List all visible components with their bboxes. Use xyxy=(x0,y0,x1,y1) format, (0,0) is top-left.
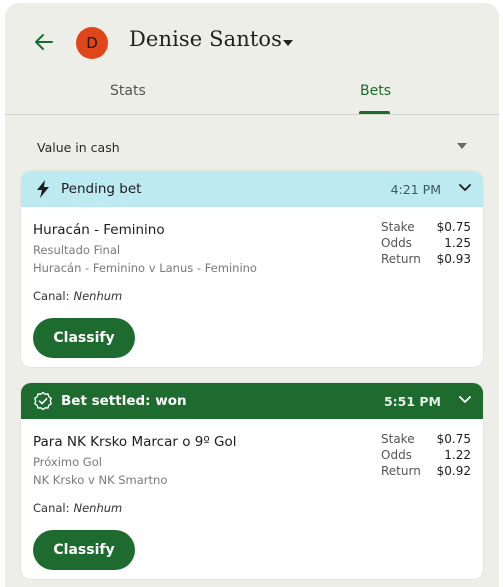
classify-button[interactable]: Classify xyxy=(33,318,135,358)
stake-value: $0.75 xyxy=(436,432,471,446)
stake-label: Stake xyxy=(381,220,415,234)
tab-bets[interactable]: Bets xyxy=(360,83,391,99)
avatar[interactable]: D xyxy=(76,27,108,59)
return-label: Return xyxy=(381,464,421,478)
return-label: Return xyxy=(381,252,421,266)
bet-status: Bet settled: won xyxy=(61,393,187,409)
arrow-left-icon[interactable] xyxy=(31,29,57,55)
return-value: $0.92 xyxy=(436,464,471,478)
value-display-select[interactable]: Value in cash xyxy=(21,131,483,161)
bet-time: 5:51 PM xyxy=(383,394,441,409)
stake-value: $0.75 xyxy=(436,220,471,234)
bet-stats: Stake $0.75 Odds 1.22 Return $0.92 xyxy=(381,432,471,480)
bet-stats: Stake $0.75 Odds 1.25 Return $0.93 xyxy=(381,220,471,268)
check-badge-icon xyxy=(34,391,52,411)
canal: Canal: Nenhum xyxy=(33,289,122,303)
bet-card-header[interactable]: Pending bet 4:21 PM xyxy=(21,171,483,207)
bet-event: NK Krsko v NK Smartno xyxy=(33,473,168,487)
odds-label: Odds xyxy=(381,236,412,250)
chevron-down-icon[interactable] xyxy=(459,396,471,404)
caret-down-icon xyxy=(457,143,467,149)
return-value: $0.93 xyxy=(436,252,471,266)
bet-selection: Resultado Final xyxy=(33,243,121,257)
classify-button[interactable]: Classify xyxy=(33,530,135,570)
bet-time: 4:21 PM xyxy=(390,182,441,197)
bet-status: Pending bet xyxy=(61,181,142,197)
active-tab-indicator xyxy=(359,111,390,114)
canal-label: Canal: xyxy=(33,501,70,515)
chevron-down-icon[interactable] xyxy=(459,184,471,192)
odds-value: 1.22 xyxy=(444,448,471,462)
bet-market: Para NK Krsko Marcar o 9º Gol xyxy=(33,434,237,450)
user-name[interactable]: Denise Santos xyxy=(129,27,282,51)
canal: Canal: Nenhum xyxy=(33,501,122,515)
odds-label: Odds xyxy=(381,448,412,462)
header: D Denise Santos xyxy=(5,3,499,73)
bet-market: Huracán - Feminino xyxy=(33,222,165,238)
bet-selection: Próximo Gol xyxy=(33,455,102,469)
tab-stats[interactable]: Stats xyxy=(110,83,146,99)
canal-value: Nenhum xyxy=(73,289,123,303)
bet-event: Huracán - Feminino v Lanus - Feminino xyxy=(33,261,257,275)
tab-bar: Stats Bets xyxy=(5,73,499,115)
lightning-icon xyxy=(37,180,49,198)
canal-label: Canal: xyxy=(33,289,70,303)
caret-down-icon[interactable] xyxy=(282,39,294,47)
value-select-label: Value in cash xyxy=(37,140,120,155)
bet-card-header[interactable]: Bet settled: won 5:51 PM xyxy=(21,383,483,419)
stake-label: Stake xyxy=(381,432,415,446)
canal-value: Nenhum xyxy=(73,501,123,515)
bet-card: Bet settled: won 5:51 PM Para NK Krsko M… xyxy=(21,383,483,579)
bets-panel: D Denise Santos Stats Bets Value in cash… xyxy=(5,3,499,587)
bet-card: Pending bet 4:21 PM Huracán - Feminino R… xyxy=(21,171,483,367)
odds-value: 1.25 xyxy=(444,236,471,250)
